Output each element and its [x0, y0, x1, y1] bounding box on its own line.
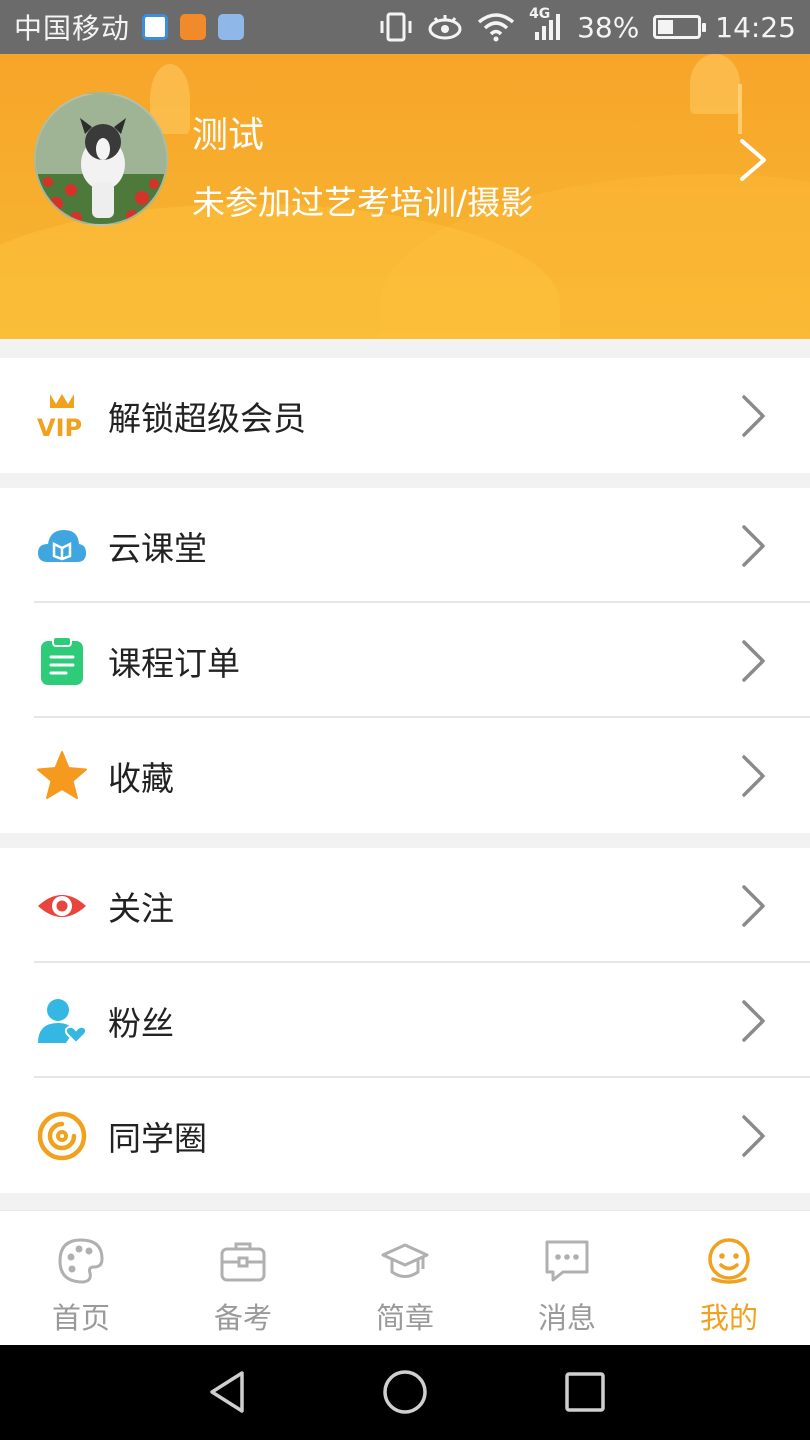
eye-icon [38, 894, 86, 917]
cloud-classroom-icon [38, 529, 86, 562]
carrier-name: 中国移动 [14, 12, 131, 45]
home-icon[interactable] [380, 1367, 430, 1417]
tab-label: 首页 [51, 1301, 110, 1335]
tab-mine[interactable]: 我的 [648, 1211, 810, 1345]
menu-group-courses: 云课堂 课程订单 收藏 [0, 488, 810, 833]
menu-item-label: 云课堂 [108, 528, 207, 568]
vip-icon: VIP [37, 393, 82, 442]
svg-text:VIP: VIP [37, 414, 82, 442]
background-tree-trunk [738, 84, 742, 134]
briefcase-icon [220, 1242, 266, 1282]
smiley-face-icon [708, 1238, 750, 1284]
menu-item-vip[interactable]: VIP 解锁超级会员 [0, 358, 810, 473]
star-icon [37, 750, 87, 799]
menu-item-label: 粉丝 [108, 1003, 174, 1043]
tab-prepare[interactable]: 备考 [162, 1211, 324, 1345]
menu-item-classmates-circle[interactable]: 同学圈 [0, 1078, 810, 1193]
chevron-right-icon [742, 884, 765, 927]
course-order-icon [41, 635, 83, 685]
chevron-right-icon [742, 754, 765, 797]
chevron-right-icon [742, 394, 765, 437]
palette-icon [58, 1238, 104, 1284]
menu-item-label: 同学圈 [108, 1118, 207, 1158]
menu-group-vip: VIP 解锁超级会员 [0, 358, 810, 473]
avatar-dog-photo [36, 94, 166, 224]
menu-item-label: 收藏 [108, 758, 174, 798]
menu-item-label: 课程订单 [108, 643, 240, 683]
recent-apps-icon[interactable] [560, 1367, 610, 1417]
app-notification-icon [142, 14, 169, 40]
chevron-right-icon [742, 999, 765, 1042]
eye-comfort-icon [428, 15, 462, 40]
vibrate-icon [380, 12, 412, 42]
menu-item-label: 关注 [108, 888, 174, 928]
profile-header[interactable]: 测试 未参加过艺考培训/摄影 [0, 54, 810, 339]
system-nav-bar [0, 1345, 810, 1440]
health-app-icon [218, 14, 245, 40]
menu-item-fans[interactable]: 粉丝 [0, 963, 810, 1078]
menu-item-following[interactable]: 关注 [0, 848, 810, 963]
fans-icon [38, 998, 88, 1044]
signal-icon [535, 14, 561, 40]
background-tree [690, 54, 740, 114]
chevron-right-icon [742, 524, 765, 567]
menu-item-favorites[interactable]: 收藏 [0, 718, 810, 833]
network-type: 4G [529, 6, 563, 42]
profile-name: 测试 [192, 115, 265, 156]
chat-icon [545, 1240, 589, 1282]
back-icon[interactable] [202, 1367, 252, 1417]
bottom-nav: 首页 备考 简章 消息 我的 [0, 1210, 810, 1345]
chevron-right-icon [742, 639, 765, 682]
wifi-icon [477, 13, 515, 42]
chevron-right-icon [742, 1114, 765, 1157]
menu-item-cloud-classroom[interactable]: 云课堂 [0, 488, 810, 603]
tab-label: 简章 [375, 1301, 434, 1335]
tab-home[interactable]: 首页 [0, 1211, 162, 1345]
tab-messages[interactable]: 消息 [486, 1211, 648, 1345]
tab-brochure[interactable]: 简章 [324, 1211, 486, 1345]
chevron-right-icon[interactable] [738, 138, 770, 182]
battery-percent: 38% [577, 10, 640, 44]
avatar[interactable] [34, 92, 168, 226]
profile-description: 未参加过艺考培训/摄影 [192, 183, 534, 222]
clock: 14:25 [715, 10, 796, 44]
tab-label: 消息 [537, 1301, 596, 1335]
status-bar: 中国移动 4G 38% 14:25 [0, 0, 810, 54]
menu-item-course-order[interactable]: 课程订单 [0, 603, 810, 718]
graduation-cap-icon [381, 1243, 429, 1278]
tab-label: 备考 [213, 1301, 272, 1335]
menu-item-label: 解锁超级会员 [108, 398, 306, 438]
battery-icon [653, 15, 707, 39]
menu-group-social: 关注 粉丝 同学圈 [0, 848, 810, 1193]
tab-label: 我的 [699, 1301, 758, 1335]
app-notification-icon [180, 14, 207, 40]
classmates-circle-icon [37, 1111, 87, 1160]
